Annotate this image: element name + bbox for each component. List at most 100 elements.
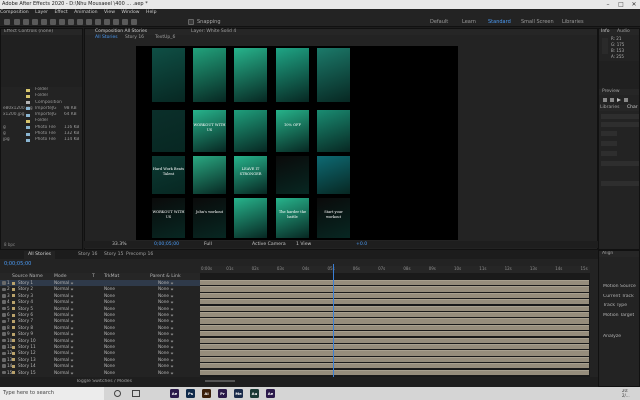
camera-tool-icon[interactable] xyxy=(50,19,56,25)
layer-duration-bar[interactable] xyxy=(200,337,589,343)
layer-label-color[interactable] xyxy=(12,281,15,285)
layer-label-color[interactable] xyxy=(12,319,15,323)
layer-row[interactable]: 7 Story 7 Normal None None xyxy=(0,318,200,324)
layer-parent-dropdown[interactable]: None xyxy=(158,280,174,286)
layer-mode-dropdown[interactable]: Normal xyxy=(54,331,74,337)
layer-parent-dropdown[interactable]: None xyxy=(158,306,174,312)
layer-name[interactable]: Story 1 xyxy=(18,280,33,286)
layer-duration-bar[interactable] xyxy=(200,305,589,311)
previous-frame-icon[interactable] xyxy=(610,98,614,102)
pan-behind-tool-icon[interactable] xyxy=(59,19,65,25)
taskbar-app-icon[interactable]: Ai xyxy=(202,389,211,398)
ligatures-checkbox[interactable] xyxy=(601,181,639,186)
visibility-eye-icon[interactable] xyxy=(2,364,6,368)
layer-mode-dropdown[interactable]: Normal xyxy=(54,286,74,292)
layer-duration-bar[interactable] xyxy=(200,331,589,337)
workspace-default[interactable]: Default xyxy=(430,19,448,25)
layer-row[interactable]: 11 Story 11 Normal None None xyxy=(0,344,200,350)
breadcrumb-textup[interactable]: TextUp_6 xyxy=(155,35,175,41)
layer-mode-dropdown[interactable]: Normal xyxy=(54,312,74,318)
visibility-eye-icon[interactable] xyxy=(2,313,6,317)
layer-row[interactable]: 5 Story 5 Normal None None xyxy=(0,306,200,312)
visibility-eye-icon[interactable] xyxy=(2,345,6,349)
menu-view[interactable]: View xyxy=(104,10,115,15)
column-trkmat[interactable]: TrkMat xyxy=(104,274,119,279)
layer-trkmat-dropdown[interactable]: None xyxy=(104,344,115,350)
layer-row[interactable]: 9 Story 9 Normal None None xyxy=(0,331,200,337)
layer-duration-bar[interactable] xyxy=(200,356,589,362)
timeline-tab-precomp-16[interactable]: Precomp 16 xyxy=(122,251,157,259)
layer-mode-dropdown[interactable]: Normal xyxy=(54,350,74,356)
visibility-eye-icon[interactable] xyxy=(2,325,6,330)
layer-name[interactable]: Story 7 xyxy=(18,318,33,324)
visibility-eye-icon[interactable] xyxy=(2,306,6,311)
timeline-tab-all-stories[interactable]: All Stories xyxy=(24,251,56,259)
layer-parent-dropdown[interactable]: None xyxy=(158,344,174,350)
layer-label-color[interactable] xyxy=(12,364,15,368)
play-icon[interactable] xyxy=(617,98,621,102)
next-frame-icon[interactable] xyxy=(624,98,628,102)
visibility-eye-icon[interactable] xyxy=(2,300,6,304)
layer-name[interactable]: Story 5 xyxy=(18,306,33,312)
layer-trkmat-dropdown[interactable]: None xyxy=(104,312,115,318)
layer-mode-dropdown[interactable]: Normal xyxy=(54,280,74,286)
layer-parent-dropdown[interactable]: None xyxy=(158,363,174,369)
layer-parent-dropdown[interactable]: None xyxy=(158,338,174,344)
layer-row[interactable]: 12 Story 12 Normal None None xyxy=(0,350,200,356)
layer-mode-dropdown[interactable]: Normal xyxy=(54,306,74,312)
layer-name[interactable]: Story 10 xyxy=(18,338,36,344)
layer-name[interactable]: Story 9 xyxy=(18,331,33,337)
layer-parent-dropdown[interactable]: None xyxy=(158,325,174,331)
roto-brush-tool-icon[interactable] xyxy=(122,19,128,25)
menu-layer[interactable]: Layer xyxy=(35,10,48,15)
layer-parent-dropdown[interactable]: None xyxy=(158,370,174,376)
taskbar-app-icon[interactable]: Ae xyxy=(266,389,275,398)
layer-parent-dropdown[interactable]: None xyxy=(158,318,174,324)
layer-row[interactable]: 4 Story 4 Normal None None xyxy=(0,299,200,305)
workspace-small-screen[interactable]: Small Screen xyxy=(521,19,554,25)
rotate-tool-icon[interactable] xyxy=(41,19,47,25)
font-family-field[interactable] xyxy=(601,114,639,119)
layer-name[interactable]: Story 14 xyxy=(18,363,36,369)
kerning-field[interactable] xyxy=(601,141,617,146)
layer-duration-bar[interactable] xyxy=(200,350,589,356)
menu-help[interactable]: Help xyxy=(146,10,156,15)
minimize-button[interactable]: – xyxy=(602,0,614,9)
zoom-dropdown[interactable]: 33.3% xyxy=(112,242,127,247)
pen-tool-icon[interactable] xyxy=(77,19,83,25)
layer-mode-dropdown[interactable]: Normal xyxy=(54,293,74,299)
clone-stamp-tool-icon[interactable] xyxy=(104,19,110,25)
layer-duration-bar[interactable] xyxy=(200,292,589,298)
resolution-dropdown[interactable]: Full xyxy=(204,242,212,247)
layer-name[interactable]: Story 4 xyxy=(18,299,33,305)
taskbar-app-icon[interactable]: Ae xyxy=(170,389,179,398)
layer-trkmat-dropdown[interactable]: None xyxy=(104,286,115,292)
layer-row[interactable]: 8 Story 8 Normal None None xyxy=(0,325,200,331)
home-icon[interactable] xyxy=(4,19,10,25)
bit-depth-indicator[interactable]: 8 bpc xyxy=(4,242,15,247)
timeline-tab-story-16[interactable]: Story 16 xyxy=(74,251,101,259)
align-header[interactable]: Align xyxy=(599,251,639,257)
exposure-value[interactable]: +0.0 xyxy=(356,242,367,247)
layer-label-color[interactable] xyxy=(12,313,15,317)
layer-parent-dropdown[interactable]: None xyxy=(158,299,174,305)
layer-duration-bar[interactable] xyxy=(200,312,589,318)
layer-trkmat-dropdown[interactable]: None xyxy=(104,293,115,299)
layer-row[interactable]: 15 Story 15 Normal None None xyxy=(0,370,200,376)
layer-label-color[interactable] xyxy=(12,300,15,304)
scale-field[interactable] xyxy=(601,161,639,166)
puppet-tool-icon[interactable] xyxy=(131,19,137,25)
visibility-eye-icon[interactable] xyxy=(2,319,6,324)
current-time-display[interactable]: 0;00;05;00 xyxy=(154,242,179,247)
layer-row[interactable]: 1 Story 1 Normal None xyxy=(0,280,200,287)
layer-duration-bar[interactable] xyxy=(200,280,589,286)
layer-mode-dropdown[interactable]: Normal xyxy=(54,370,74,376)
layer-name[interactable]: Story 11 xyxy=(18,344,36,350)
layer-label-color[interactable] xyxy=(12,287,15,291)
layer-trkmat-dropdown[interactable]: None xyxy=(104,363,115,369)
layer-duration-bar[interactable] xyxy=(200,318,589,324)
visibility-eye-icon[interactable] xyxy=(2,293,6,298)
layer-row[interactable]: 10 Story 10 Normal None None xyxy=(0,338,200,344)
layer-trkmat-dropdown[interactable]: None xyxy=(104,331,115,337)
column-t[interactable]: T xyxy=(92,274,95,279)
